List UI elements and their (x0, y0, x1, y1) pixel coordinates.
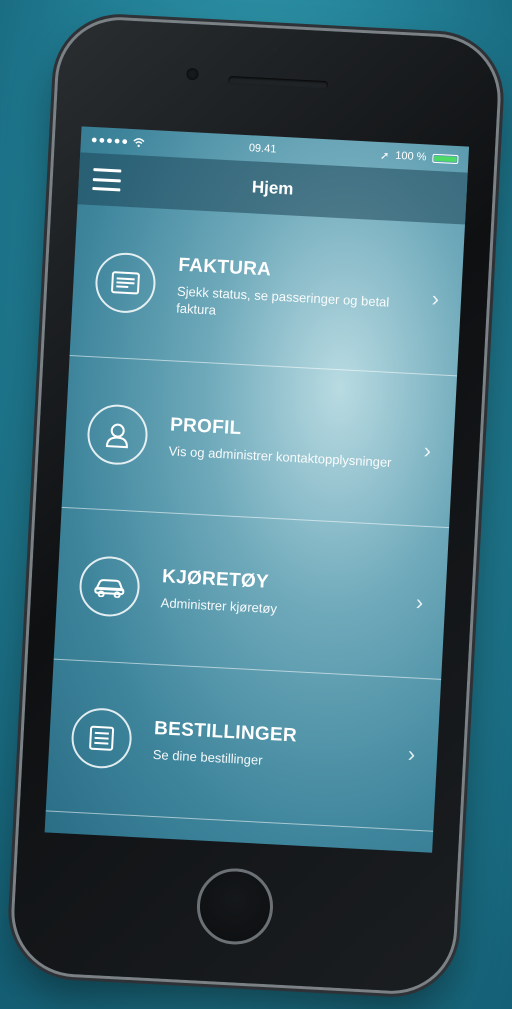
car-icon (78, 554, 142, 618)
wifi-icon (133, 138, 145, 148)
user-icon (86, 402, 150, 466)
status-time: 09.41 (248, 142, 277, 156)
menu-list: FAKTURA Sjekk status, se passeringer og … (45, 204, 465, 832)
menu-item-bestillinger[interactable]: BESTILLINGER Se dine bestillinger › (45, 659, 442, 832)
chevron-right-icon: › (415, 589, 424, 615)
home-button[interactable] (195, 866, 275, 947)
page-title: Hjem (251, 177, 294, 199)
location-icon: ➚ (379, 149, 390, 162)
menu-item-profil[interactable]: PROFIL Vis og administrer kontaktopplysn… (61, 356, 458, 529)
invoice-icon (93, 250, 158, 314)
front-camera (186, 67, 199, 81)
chevron-right-icon: › (423, 437, 432, 463)
battery-percent: 100 % (394, 149, 427, 164)
menu-item-kjoretoy[interactable]: KJØRETØY Administrer kjøretøy › (53, 507, 450, 680)
menu-item-faktura[interactable]: FAKTURA Sjekk status, se passeringer og … (69, 204, 465, 377)
device-sensor (271, 46, 279, 53)
status-right: ➚ 100 % (380, 149, 459, 166)
app-screen: ●●●●● 09.41 ➚ 100 % Hjem FAKTURA Sjekk s… (44, 126, 470, 853)
battery-icon (432, 153, 459, 164)
hamburger-icon[interactable] (92, 168, 122, 192)
menu-item-subtitle: Sjekk status, se passeringer og betal fa… (175, 283, 390, 318)
earpiece-speaker (228, 75, 329, 90)
chevron-right-icon: › (407, 740, 416, 767)
signal-strength: ●●●●● (91, 134, 146, 149)
chevron-right-icon: › (431, 285, 440, 311)
list-icon (70, 706, 134, 770)
phone-device: ●●●●● 09.41 ➚ 100 % Hjem FAKTURA Sjekk s… (11, 17, 501, 994)
